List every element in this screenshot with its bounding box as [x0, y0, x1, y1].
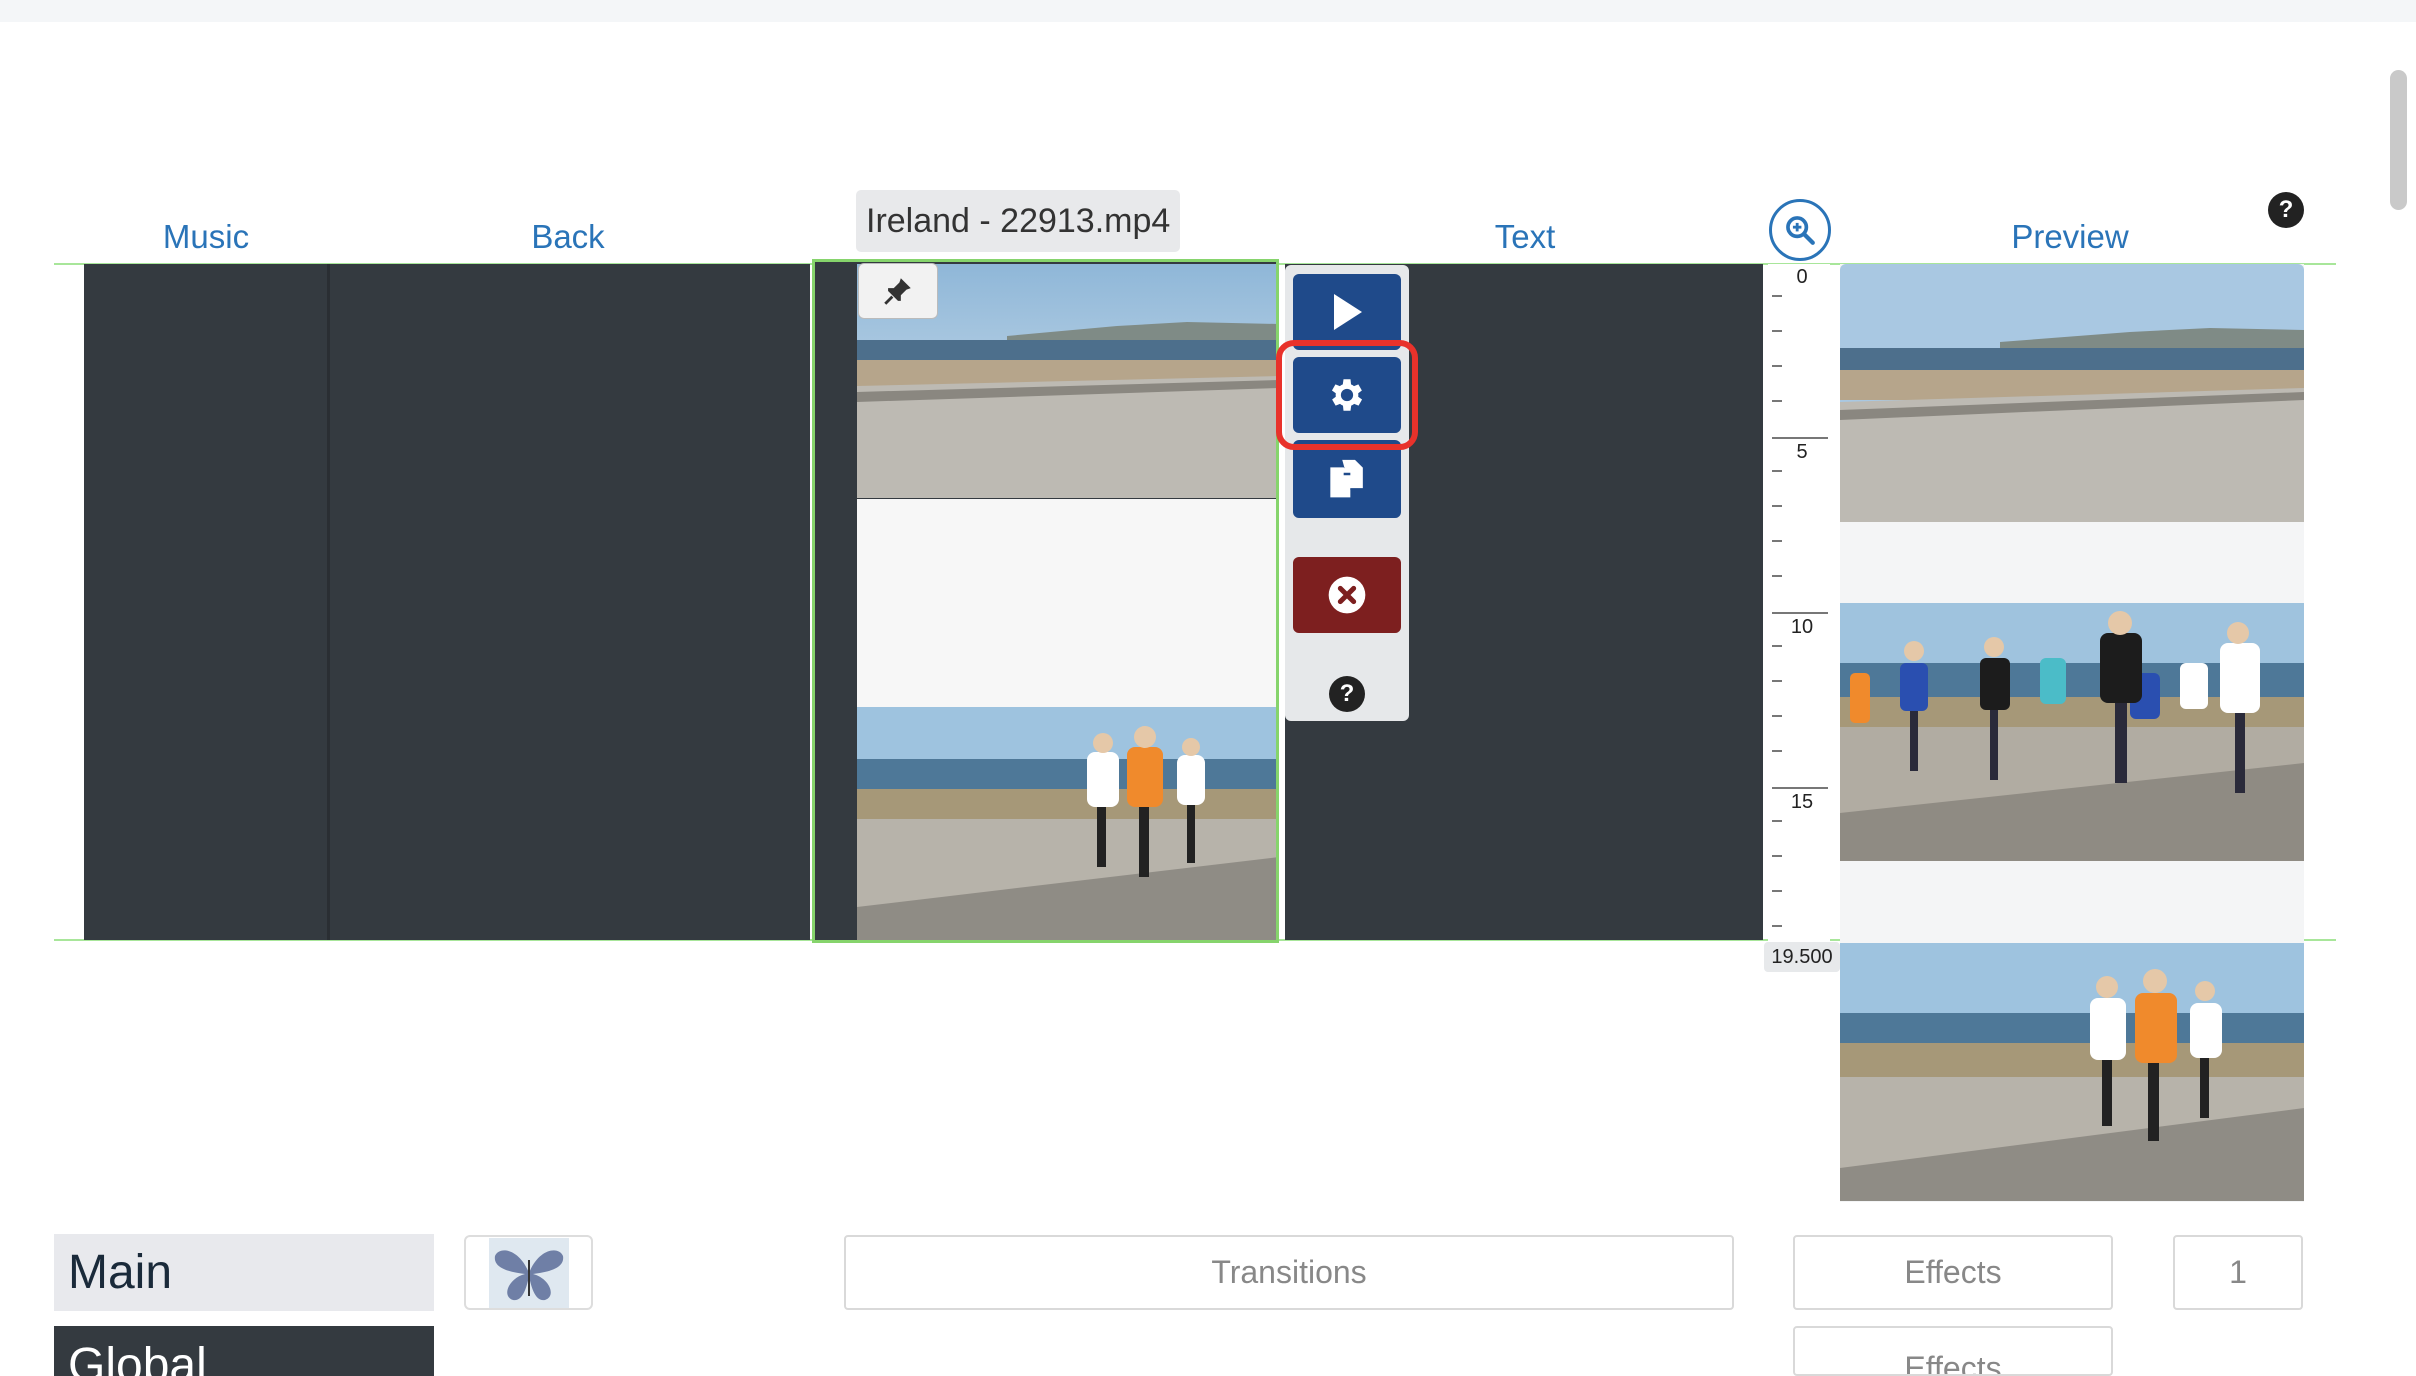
copy-button[interactable] — [1293, 440, 1401, 518]
ruler-tick — [1772, 925, 1782, 927]
ruler-tick — [1772, 890, 1782, 892]
ruler-tick — [1772, 855, 1782, 857]
top-bar — [0, 0, 2416, 22]
ruler-tick — [1772, 540, 1782, 542]
selected-track-outline — [812, 259, 1279, 943]
preview-frame-3[interactable] — [1840, 943, 2304, 1201]
zoom-button[interactable] — [1769, 199, 1831, 261]
column-header-preview[interactable]: Preview — [1955, 218, 2185, 256]
ruler-tick — [1772, 330, 1782, 332]
ruler-end-label: 19.500 — [1764, 942, 1840, 972]
ruler-tick — [1772, 820, 1782, 822]
scrollbar-thumb[interactable] — [2390, 70, 2407, 210]
ruler-label-10: 10 — [1790, 616, 1814, 638]
ruler-tick — [1772, 505, 1782, 507]
track-title: Ireland - 22913.mp4 — [856, 190, 1181, 252]
close-circle-icon — [1328, 576, 1366, 614]
settings-highlight — [1276, 340, 1418, 450]
question-icon: ? — [1339, 680, 1355, 707]
column-separator — [327, 264, 330, 940]
question-icon: ? — [2278, 196, 2294, 223]
ruler-tick — [1772, 680, 1782, 682]
column-header-text[interactable]: Text — [1435, 218, 1615, 256]
ruler-tick — [1772, 400, 1782, 402]
count-field[interactable]: 1 — [2173, 1235, 2303, 1310]
ruler-tick — [1772, 645, 1782, 647]
copy-icon — [1330, 458, 1365, 498]
help-button[interactable]: ? — [2268, 192, 2304, 228]
main-tab[interactable]: Main — [54, 1234, 434, 1311]
ruler-label-5: 5 — [1796, 441, 1808, 463]
ruler-label-15: 15 — [1790, 791, 1814, 813]
ruler-tick — [1772, 750, 1782, 752]
play-icon — [1334, 294, 1362, 330]
ruler-tick — [1772, 715, 1782, 717]
delete-button[interactable] — [1293, 557, 1401, 633]
ruler-major-tick — [1772, 612, 1828, 614]
ruler-label-0: 0 — [1796, 266, 1808, 288]
preview-frame-1[interactable] — [1840, 264, 2304, 522]
ruler-tick — [1772, 575, 1782, 577]
pin-button[interactable] — [858, 263, 938, 319]
ruler-tick — [1772, 365, 1782, 367]
preview-frame-2[interactable] — [1840, 603, 2304, 861]
global-tab[interactable]: Global — [54, 1326, 434, 1376]
ruler-tick — [1772, 295, 1782, 297]
column-header-back[interactable]: Back — [478, 218, 658, 256]
zoom-in-icon — [1786, 216, 1815, 245]
scrollbar-track[interactable] — [2383, 22, 2416, 1360]
butterfly-icon — [488, 1237, 569, 1308]
ruler-tick — [1772, 470, 1782, 472]
effects-button-2[interactable]: Effects — [1793, 1326, 2113, 1376]
pin-icon — [884, 278, 911, 305]
ruler-major-tick — [1772, 437, 1828, 439]
transitions-button[interactable]: Transitions — [844, 1235, 1734, 1310]
music-back-panel[interactable] — [84, 264, 810, 940]
ruler-major-tick — [1772, 787, 1828, 789]
play-button[interactable] — [1293, 274, 1401, 350]
track-help-button[interactable]: ? — [1329, 676, 1365, 712]
effects-button[interactable]: Effects — [1793, 1235, 2113, 1310]
transition-thumbnail-button[interactable] — [464, 1235, 593, 1310]
column-header-music[interactable]: Music — [116, 218, 296, 256]
